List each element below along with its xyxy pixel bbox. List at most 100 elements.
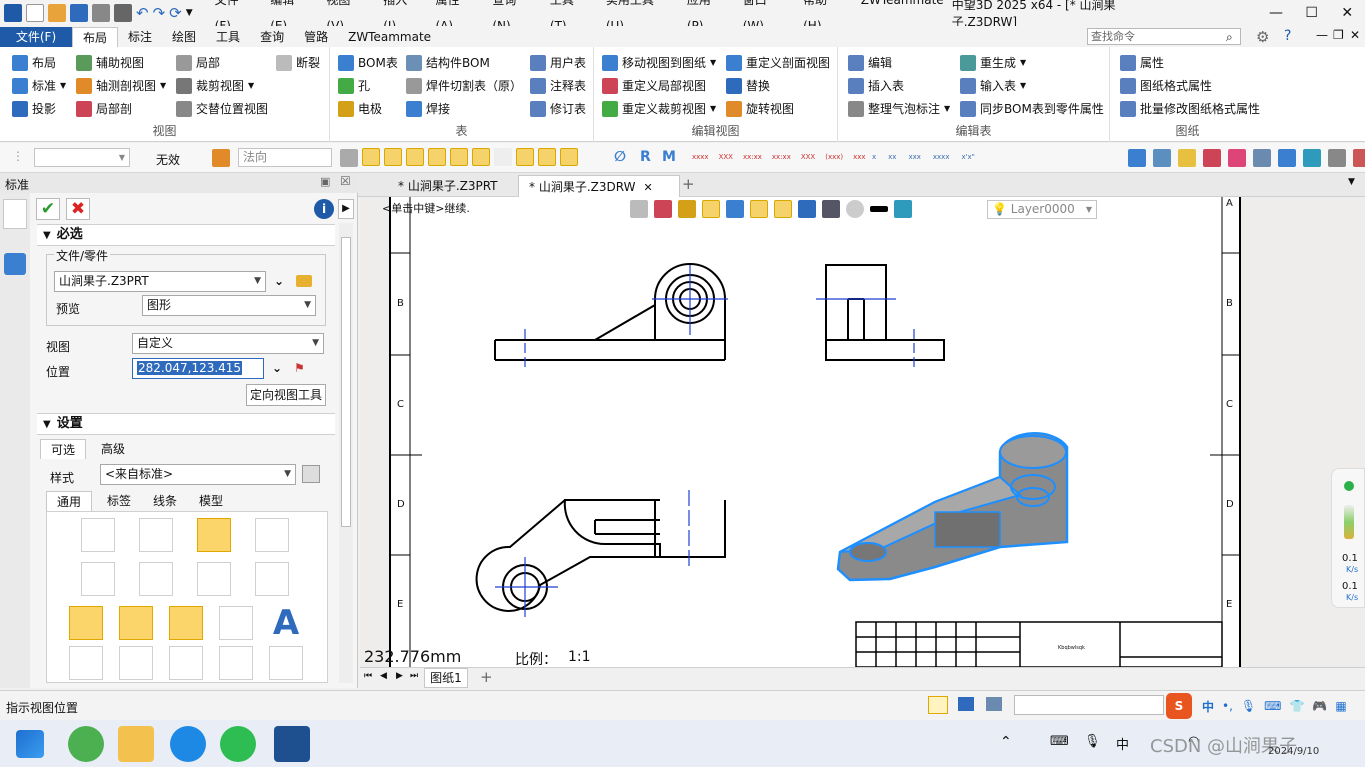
new-tab-icon[interactable]: + bbox=[682, 175, 695, 193]
tray-keyboard-icon[interactable]: ⌨ bbox=[1050, 734, 1069, 749]
tab-piping[interactable]: 管路 bbox=[294, 27, 338, 47]
snap-mid-icon[interactable] bbox=[428, 148, 446, 166]
tol-fmt-1-icon[interactable]: xxxx bbox=[692, 153, 709, 161]
filter-combo[interactable]: ▼ bbox=[34, 148, 130, 167]
wireframe-icon[interactable] bbox=[81, 518, 115, 552]
command-search-input[interactable]: 查找命令 bbox=[1087, 28, 1241, 45]
view-tool-9-icon[interactable] bbox=[1328, 149, 1346, 167]
orient-view-tool-button[interactable]: 定向视图工具 bbox=[246, 384, 326, 406]
bolt-circle-icon[interactable] bbox=[169, 606, 203, 640]
btn-hole-table[interactable]: 孔 bbox=[338, 77, 370, 94]
file-explorer-icon[interactable] bbox=[118, 726, 154, 762]
shirt-icon[interactable]: 👕 bbox=[1289, 699, 1304, 713]
tab-annotate[interactable]: 标注 bbox=[118, 27, 162, 47]
position-chevron-icon[interactable]: ⌄ bbox=[272, 361, 282, 375]
dec-4-icon[interactable]: xxxx bbox=[933, 153, 950, 161]
punct-icon[interactable]: •, bbox=[1222, 699, 1233, 713]
double-chevron-icon[interactable]: ⌄ bbox=[274, 274, 284, 288]
regen-icon[interactable]: ⟳ bbox=[169, 4, 182, 22]
ribbon-close-icon[interactable]: ✕ bbox=[1350, 28, 1360, 42]
btn-electrode[interactable]: 电极 bbox=[338, 100, 382, 117]
btn-regenerate[interactable]: 重生成 ▼ bbox=[960, 54, 1026, 71]
paint-icon[interactable] bbox=[678, 200, 696, 218]
view-tool-1-icon[interactable] bbox=[1128, 149, 1146, 167]
status-icon-1[interactable] bbox=[928, 696, 948, 714]
gear-icon[interactable]: ⚙ bbox=[1256, 28, 1269, 46]
display-icon[interactable] bbox=[774, 200, 792, 218]
redo-icon[interactable]: ↷ bbox=[153, 4, 166, 22]
view-tool-8-icon[interactable] bbox=[1303, 149, 1321, 167]
settings-tab-optional[interactable]: 可选 bbox=[40, 439, 86, 459]
tab-overflow-icon[interactable]: ▼ bbox=[1348, 177, 1355, 187]
snap-tangent-icon[interactable] bbox=[560, 148, 578, 166]
view-tool-3-icon[interactable] bbox=[1178, 149, 1196, 167]
btn-aux-view[interactable]: 辅助视图 bbox=[76, 54, 144, 71]
folder-open-icon[interactable] bbox=[296, 275, 312, 287]
table-number-icon[interactable] bbox=[269, 646, 303, 680]
snap-settings-icon[interactable] bbox=[340, 149, 358, 167]
btn-sheet-properties[interactable]: 属性 bbox=[1120, 54, 1164, 71]
btn-weld[interactable]: 焊接 bbox=[406, 100, 450, 117]
btn-sheet-format[interactable]: 图纸格式属性 bbox=[1120, 77, 1212, 94]
sub-tab-label[interactable]: 标签 bbox=[96, 491, 142, 511]
ok-button[interactable]: ✔ bbox=[36, 198, 60, 220]
zw3d-app-icon[interactable] bbox=[274, 726, 310, 762]
view-fit-icon[interactable] bbox=[630, 200, 648, 218]
eraser-icon[interactable] bbox=[654, 200, 672, 218]
sub-tab-model[interactable]: 模型 bbox=[188, 491, 234, 511]
view-tool-5-icon[interactable] bbox=[1228, 149, 1246, 167]
thread-icon[interactable] bbox=[81, 562, 115, 596]
position-input[interactable]: 282.047,123.415 bbox=[132, 358, 264, 379]
btn-local-section[interactable]: 局部剖 bbox=[76, 100, 132, 117]
keyboard-icon[interactable]: ⌨ bbox=[1264, 699, 1281, 713]
tol-fmt-7-icon[interactable]: xxx bbox=[853, 153, 865, 161]
prev-sheet-icon[interactable]: ◀ bbox=[380, 671, 387, 681]
style-save-icon[interactable] bbox=[302, 465, 320, 483]
model-snap-icon[interactable] bbox=[702, 200, 720, 218]
doc-tab-part[interactable]: * 山涧果子.Z3PRT bbox=[388, 175, 508, 197]
tab-close-icon[interactable]: ✕ bbox=[643, 181, 652, 194]
tol-fmt-2-icon[interactable]: XXX bbox=[719, 153, 733, 161]
color-select-icon[interactable] bbox=[212, 149, 230, 167]
btn-arrange-balloons[interactable]: 整理气泡标注 ▼ bbox=[848, 100, 950, 117]
tab-query[interactable]: 查询 bbox=[250, 27, 294, 47]
text-a-icon[interactable]: A bbox=[269, 606, 303, 640]
tol-fmt-3-icon[interactable]: xx:xx bbox=[743, 153, 762, 161]
diameter-icon[interactable]: ∅ bbox=[614, 149, 626, 165]
axis-icon[interactable] bbox=[119, 646, 153, 680]
dec-5-icon[interactable]: x'x" bbox=[961, 153, 974, 161]
snap-curve-icon[interactable] bbox=[494, 148, 512, 166]
btn-move-view[interactable]: 移动视图到图纸 ▼ bbox=[602, 54, 716, 71]
view-select[interactable]: 自定义 ▼ bbox=[132, 333, 324, 354]
btn-batch-format[interactable]: 批量修改图纸格式属性 bbox=[1120, 100, 1260, 117]
maximize-button[interactable]: ☐ bbox=[1294, 5, 1330, 21]
next-sheet-icon[interactable]: ▶ bbox=[396, 671, 403, 681]
windows-start-icon[interactable] bbox=[16, 730, 44, 758]
view-tool-6-icon[interactable] bbox=[1253, 149, 1271, 167]
snap-line-icon[interactable] bbox=[406, 148, 424, 166]
status-icon-2[interactable] bbox=[958, 697, 974, 711]
view-tool-7-icon[interactable] bbox=[1278, 149, 1296, 167]
dec-3-icon[interactable]: xxx bbox=[908, 153, 920, 161]
status-input[interactable] bbox=[1014, 695, 1164, 715]
normal-combo[interactable]: 法向 bbox=[238, 148, 332, 167]
grid-icon[interactable] bbox=[750, 200, 768, 218]
style-select[interactable]: <来自标准> ▼ bbox=[100, 464, 296, 485]
print-icon[interactable] bbox=[92, 4, 110, 22]
sogou-ime-icon[interactable]: S bbox=[1166, 693, 1192, 719]
btn-edit[interactable]: 编辑 bbox=[848, 54, 892, 71]
btn-rotate-view[interactable]: 旋转视图 bbox=[726, 100, 794, 117]
help-icon[interactable]: ? bbox=[1284, 28, 1291, 44]
curve-icon[interactable] bbox=[69, 646, 103, 680]
btn-sync-bom[interactable]: 同步BOM表到零件属性 bbox=[960, 100, 1104, 117]
dashed-circle-icon[interactable] bbox=[846, 200, 864, 218]
sub-tab-line[interactable]: 线条 bbox=[142, 491, 188, 511]
required-section-header[interactable]: ▼ 必选 bbox=[37, 224, 335, 246]
view-tool-2-icon[interactable] bbox=[1153, 149, 1171, 167]
btn-weld-cut[interactable]: 焊件切割表（原） bbox=[406, 77, 522, 94]
shaded-icon[interactable] bbox=[197, 518, 231, 552]
wechat-icon[interactable] bbox=[220, 726, 256, 762]
close-button[interactable]: ✕ bbox=[1329, 5, 1365, 21]
snap-center-icon[interactable] bbox=[450, 148, 468, 166]
settings-section-header[interactable]: ▼ 设置 bbox=[37, 413, 335, 435]
